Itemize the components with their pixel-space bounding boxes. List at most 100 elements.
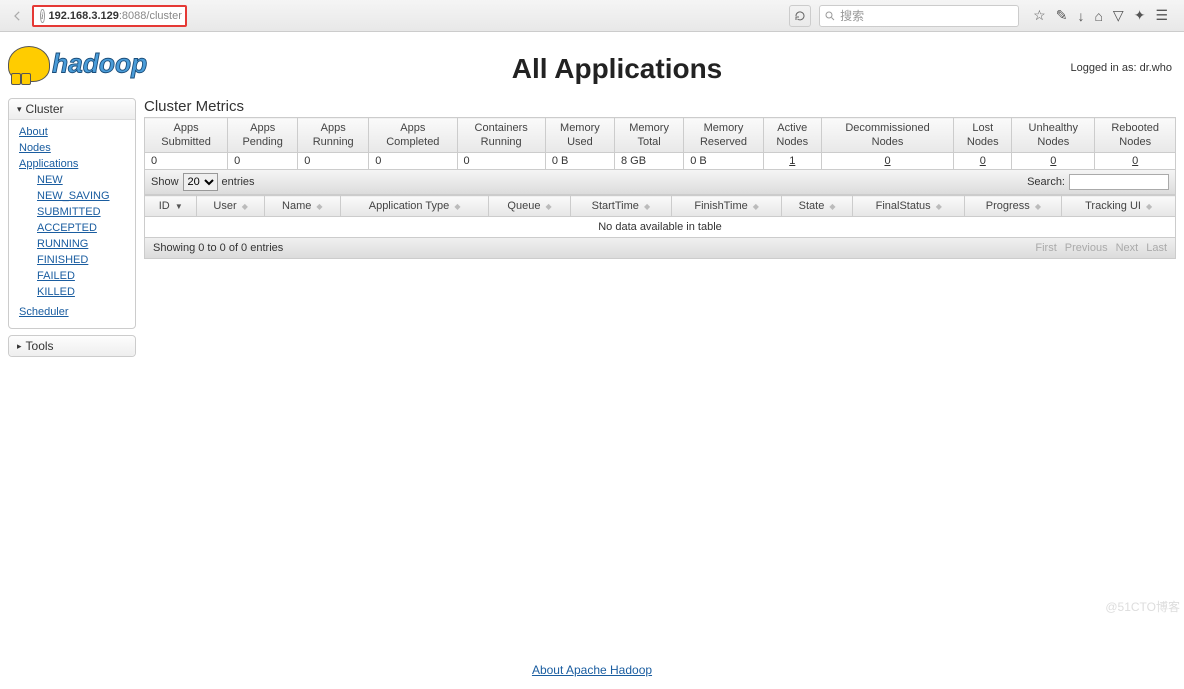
- nav-state-submitted[interactable]: SUBMITTED: [37, 204, 127, 220]
- chevron-right-icon: ▸: [17, 341, 22, 352]
- apps-column-header[interactable]: StartTime ◆: [570, 196, 671, 217]
- downloads-icon[interactable]: ↓: [1077, 8, 1084, 24]
- main-content: Cluster Metrics AppsSubmittedAppsPending…: [144, 98, 1176, 259]
- about-hadoop-link[interactable]: About Apache Hadoop: [532, 663, 652, 677]
- nav-state-finished[interactable]: FINISHED: [37, 252, 127, 268]
- nav-state-failed[interactable]: FAILED: [37, 268, 127, 284]
- metrics-header: LostNodes: [954, 118, 1012, 153]
- metrics-value: 0 B: [545, 153, 614, 170]
- metrics-title: Cluster Metrics: [144, 98, 1176, 115]
- metrics-header: ContainersRunning: [457, 118, 545, 153]
- metrics-header: MemoryTotal: [615, 118, 684, 153]
- metrics-header: RebootedNodes: [1095, 118, 1176, 153]
- bookmark-icon[interactable]: ☆: [1033, 7, 1046, 24]
- browser-search[interactable]: 搜索: [819, 5, 1019, 27]
- entries-label: entries: [222, 176, 255, 188]
- sort-icon: ◆: [1035, 204, 1041, 210]
- metrics-header: AppsCompleted: [369, 118, 457, 153]
- table-info: Showing 0 to 0 of 0 entries: [153, 242, 283, 254]
- metrics-header: AppsPending: [228, 118, 298, 153]
- sort-icon: ▼: [175, 204, 183, 210]
- tools-panel: ▸Tools: [8, 335, 136, 357]
- nav-state-running[interactable]: RUNNING: [37, 236, 127, 252]
- apps-column-header[interactable]: State ◆: [782, 196, 853, 217]
- sort-icon: ◆: [242, 204, 248, 210]
- search-placeholder: 搜索: [840, 7, 864, 24]
- toolbar-icons: ☆ ✎ ↓ ⌂ ▽ ✦ ☰: [1023, 7, 1178, 24]
- search-icon: [824, 10, 836, 22]
- menu-icon[interactable]: ☰: [1155, 7, 1168, 24]
- nodata-cell: No data available in table: [145, 217, 1176, 238]
- metrics-value: 0: [228, 153, 298, 170]
- nav-applications[interactable]: Applications: [19, 156, 127, 172]
- apps-column-header[interactable]: Application Type ◆: [340, 196, 489, 217]
- apps-column-header[interactable]: FinalStatus ◆: [853, 196, 965, 217]
- metrics-value[interactable]: 0: [1095, 153, 1176, 170]
- nav-about[interactable]: About: [19, 124, 127, 140]
- sort-icon: ◆: [1146, 204, 1152, 210]
- elephant-icon: [8, 46, 50, 82]
- metrics-header: UnhealthyNodes: [1012, 118, 1095, 153]
- apps-column-header[interactable]: ID ▼: [145, 196, 197, 217]
- table-search-input[interactable]: [1069, 174, 1169, 190]
- dev-icon[interactable]: ✦: [1134, 7, 1146, 24]
- nav-state-killed[interactable]: KILLED: [37, 284, 127, 300]
- nav-scheduler[interactable]: Scheduler: [19, 304, 127, 320]
- metrics-value[interactable]: 0: [821, 153, 954, 170]
- metrics-header: AppsSubmitted: [145, 118, 228, 153]
- back-button[interactable]: [6, 5, 28, 27]
- metrics-table: AppsSubmittedAppsPendingAppsRunningAppsC…: [144, 117, 1176, 170]
- apps-column-header[interactable]: FinishTime ◆: [672, 196, 782, 217]
- apps-column-header[interactable]: User ◆: [197, 196, 264, 217]
- sort-icon: ◆: [316, 204, 322, 210]
- home-icon[interactable]: ⌂: [1094, 8, 1102, 24]
- reload-button[interactable]: [789, 5, 811, 27]
- info-icon: i: [40, 9, 45, 23]
- page-length-select[interactable]: 20: [183, 173, 218, 191]
- pager-previous[interactable]: Previous: [1065, 242, 1108, 254]
- metrics-value[interactable]: 0: [954, 153, 1012, 170]
- apps-column-header[interactable]: Tracking UI ◆: [1062, 196, 1176, 217]
- search-label: Search:: [1027, 176, 1065, 188]
- nav-state-newsaving[interactable]: NEW_SAVING: [37, 188, 127, 204]
- metrics-header: DecommissionedNodes: [821, 118, 954, 153]
- pager-first[interactable]: First: [1035, 242, 1056, 254]
- datatable-toolbar: Show 20 entries Search:: [144, 170, 1176, 195]
- nav-state-accepted[interactable]: ACCEPTED: [37, 220, 127, 236]
- sidebar: ▾Cluster About Nodes Applications NEW NE…: [8, 98, 136, 363]
- sort-icon: ◆: [829, 204, 835, 210]
- cluster-header[interactable]: ▾Cluster: [9, 99, 135, 120]
- svg-text:hadoop: hadoop: [52, 48, 147, 78]
- cluster-panel: ▾Cluster About Nodes Applications NEW NE…: [8, 98, 136, 329]
- apps-column-header[interactable]: Queue ◆: [489, 196, 570, 217]
- hadoop-wordmark: hadoop: [52, 38, 232, 90]
- reading-list-icon[interactable]: ✎: [1056, 7, 1068, 24]
- pocket-icon[interactable]: ▽: [1113, 7, 1124, 24]
- tools-header[interactable]: ▸Tools: [9, 336, 135, 356]
- show-label: Show: [151, 176, 179, 188]
- pager-last[interactable]: Last: [1146, 242, 1167, 254]
- apps-column-header[interactable]: Progress ◆: [965, 196, 1062, 217]
- watermark: @51CTO博客: [1105, 598, 1180, 615]
- metrics-value: 0: [145, 153, 228, 170]
- nav-state-new[interactable]: NEW: [37, 172, 127, 188]
- address-bar[interactable]: i 192.168.3.129:8088/cluster: [32, 5, 187, 27]
- refresh-icon: [794, 10, 806, 22]
- pager: First Previous Next Last: [1035, 242, 1167, 254]
- apps-column-header[interactable]: Name ◆: [264, 196, 340, 217]
- hadoop-logo: hadoop: [8, 38, 238, 90]
- metrics-value: 0: [298, 153, 369, 170]
- nav-nodes[interactable]: Nodes: [19, 140, 127, 156]
- footer: About Apache Hadoop: [8, 663, 1176, 677]
- metrics-header: ActiveNodes: [763, 118, 821, 153]
- browser-toolbar: i 192.168.3.129:8088/cluster 搜索 ☆ ✎ ↓ ⌂ …: [0, 0, 1184, 32]
- login-info: Logged in as: dr.who: [1070, 62, 1172, 74]
- pager-next[interactable]: Next: [1116, 242, 1139, 254]
- metrics-value[interactable]: 1: [763, 153, 821, 170]
- apps-table: ID ▼User ◆Name ◆Application Type ◆Queue …: [144, 195, 1176, 238]
- sort-icon: ◆: [546, 204, 552, 210]
- metrics-value[interactable]: 0: [1012, 153, 1095, 170]
- metrics-value: 0: [369, 153, 457, 170]
- metrics-header: MemoryReserved: [684, 118, 764, 153]
- sort-icon: ◆: [753, 204, 759, 210]
